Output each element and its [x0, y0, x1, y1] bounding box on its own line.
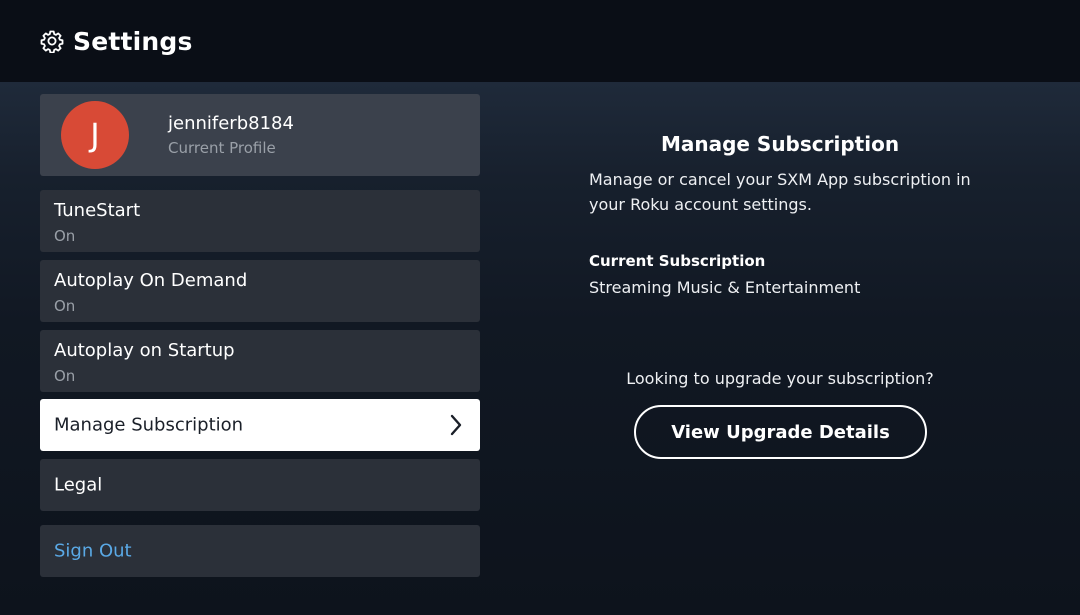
menu-item-value: On	[54, 227, 76, 245]
view-upgrade-details-button[interactable]: View Upgrade Details	[634, 405, 927, 459]
profile-card[interactable]: J jenniferb8184 Current Profile	[40, 94, 480, 176]
sign-out-button[interactable]: Sign Out	[40, 525, 480, 577]
gear-icon	[40, 29, 64, 53]
menu-item-label: Manage Subscription	[54, 414, 244, 436]
profile-subtitle: Current Profile	[168, 139, 276, 157]
settings-content: J jenniferb8184 Current Profile TuneStar…	[0, 82, 1080, 615]
menu-item-tunestart[interactable]: TuneStart On	[40, 190, 480, 252]
menu-item-manage-subscription[interactable]: Manage Subscription	[40, 399, 480, 451]
current-subscription-value: Streaming Music & Entertainment	[589, 278, 861, 297]
current-subscription-label: Current Subscription	[589, 252, 766, 270]
menu-item-value: On	[54, 297, 76, 315]
upgrade-question: Looking to upgrade your subscription?	[626, 369, 934, 388]
menu-item-label: TuneStart	[54, 200, 141, 221]
header: Settings	[0, 0, 1080, 82]
profile-name: jenniferb8184	[168, 113, 294, 134]
chevron-right-icon	[448, 413, 464, 437]
avatar: J	[61, 101, 129, 169]
menu-item-label: Legal	[54, 474, 103, 496]
detail-title: Manage Subscription	[660, 132, 900, 156]
menu-item-label: Autoplay on Startup	[54, 340, 235, 361]
menu-item-autoplay-on-demand[interactable]: Autoplay On Demand On	[40, 260, 480, 322]
menu-item-autoplay-on-startup[interactable]: Autoplay on Startup On	[40, 330, 480, 392]
sign-out-label: Sign Out	[54, 540, 132, 562]
detail-description: Manage or cancel your SXM App subscripti…	[589, 170, 971, 214]
menu-item-legal[interactable]: Legal	[40, 459, 480, 511]
menu-item-label: Autoplay On Demand	[54, 270, 248, 291]
menu-item-value: On	[54, 367, 76, 385]
page-title: Settings	[73, 26, 193, 56]
